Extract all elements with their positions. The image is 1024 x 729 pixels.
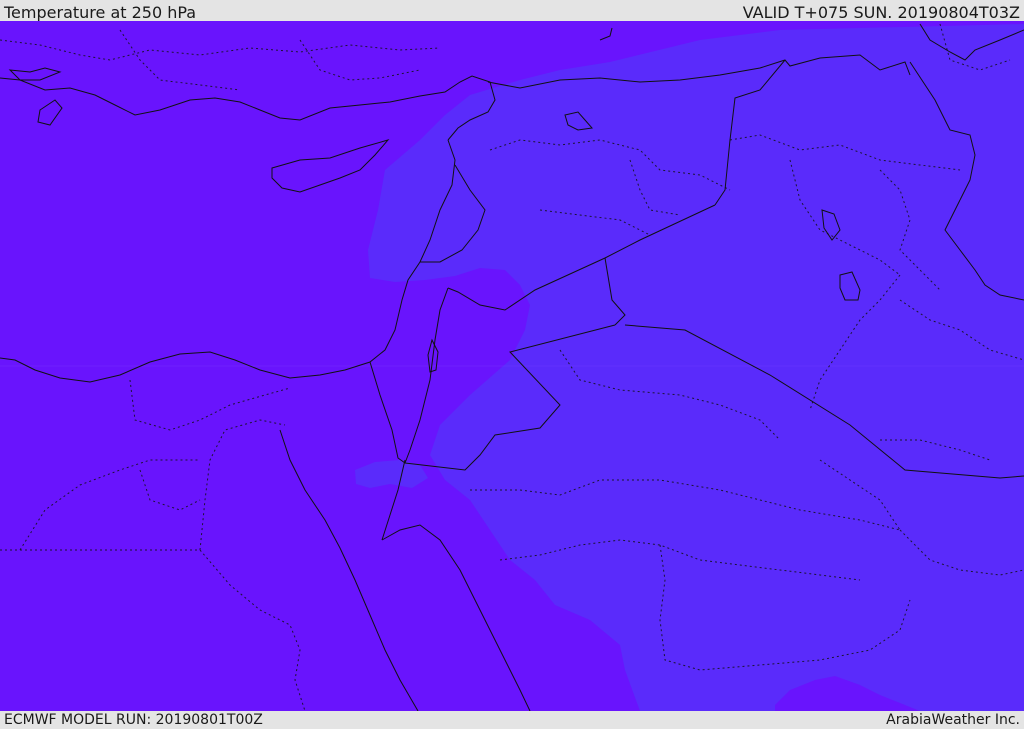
model-run: ECMWF MODEL RUN: 20190801T00Z (4, 712, 263, 728)
weather-map[interactable] (0, 21, 1024, 711)
map-canvas (0, 21, 1024, 711)
credit-text: ArabiaWeather Inc. (886, 712, 1020, 728)
map-title: Temperature at 250 hPa (4, 3, 197, 22)
header-bar: Temperature at 250 hPa VALID T+075 SUN. … (0, 0, 1024, 22)
valid-time: VALID T+075 SUN. 20190804T03Z (742, 3, 1020, 22)
footer-bar: ECMWF MODEL RUN: 20190801T00Z ArabiaWeat… (0, 711, 1024, 729)
